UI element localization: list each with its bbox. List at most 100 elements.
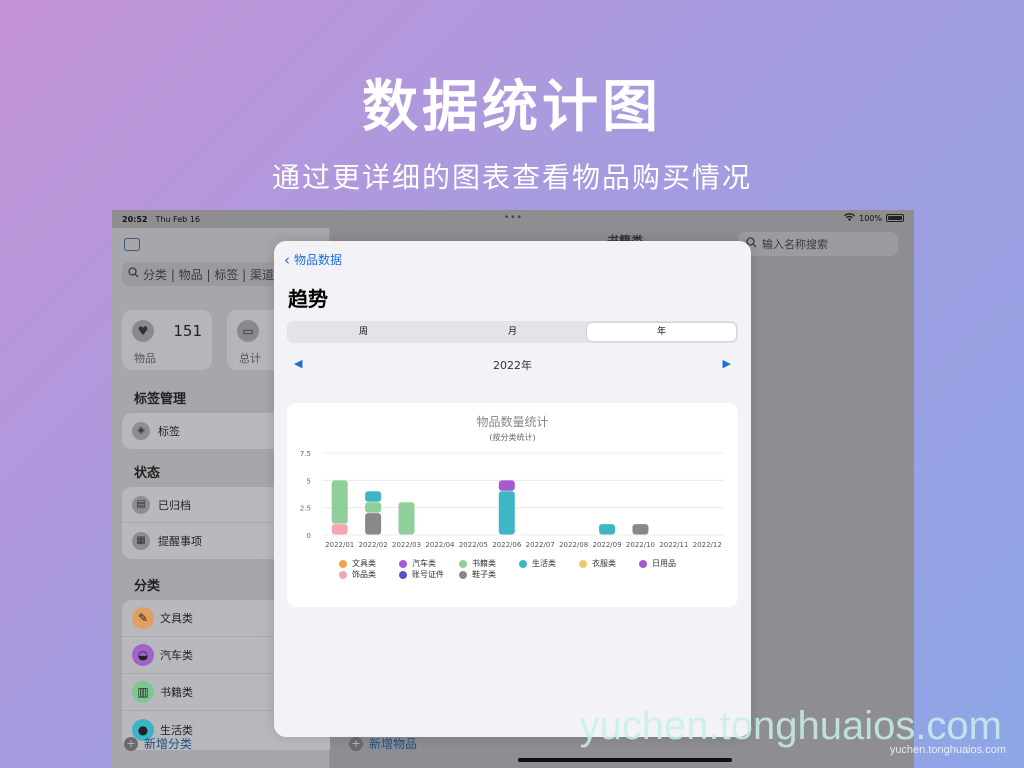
x-tick-label: 2022/10 <box>626 541 655 549</box>
multitask-dots[interactable]: ••• <box>504 213 523 223</box>
sidebar-item-label: 汽车类 <box>160 649 193 662</box>
legend-swatch <box>639 559 647 568</box>
car-icon: ◒ <box>132 644 154 666</box>
x-tick-label: 2022/02 <box>359 541 388 549</box>
year-label: 2022年 <box>493 359 532 372</box>
section-title-status: 状态 <box>134 466 161 481</box>
main-search-field[interactable]: 输入名称搜索 <box>738 232 898 256</box>
x-tick-label: 2022/04 <box>425 541 455 549</box>
bar-segment <box>331 524 348 535</box>
home-indicator[interactable] <box>518 758 732 762</box>
chevron-left-icon: ‹ <box>284 250 290 269</box>
y-tick-label: 2.5 <box>300 505 311 513</box>
x-tick-label: 2022/06 <box>492 541 522 549</box>
bar-segment <box>365 502 382 513</box>
status-right: 100% <box>844 213 904 223</box>
legend-swatch <box>399 559 407 568</box>
search-icon <box>128 267 139 281</box>
legend-label: 书籍类 <box>472 559 496 568</box>
wifi-icon <box>844 213 856 223</box>
stat-value: 151 <box>173 322 202 340</box>
bar-segment <box>398 502 415 535</box>
stat-card-items[interactable]: ♥ 151 物品 <box>122 310 212 370</box>
segment-year[interactable]: 年 <box>587 323 736 341</box>
x-tick-label: 2022/07 <box>526 541 555 549</box>
archive-icon: ▤ <box>132 495 150 514</box>
legend-label: 鞋子类 <box>472 570 496 579</box>
legend-item: 饰品类 <box>339 569 376 580</box>
legend-item: 鞋子类 <box>459 569 496 580</box>
legend-item: 文具类 <box>339 558 376 569</box>
plus-circle-icon: + <box>349 736 363 751</box>
legend-item: 日用品 <box>639 558 676 569</box>
x-tick-label: 2022/03 <box>392 541 421 549</box>
battery-percent: 100% <box>859 213 882 223</box>
legend-label: 汽车类 <box>412 559 436 568</box>
add-item-label: 新增物品 <box>369 737 418 751</box>
x-tick-label: 2022/09 <box>592 541 621 549</box>
legend-label: 衣服类 <box>592 559 616 568</box>
legend-item: 衣服类 <box>579 558 616 569</box>
bar-segment <box>365 491 382 502</box>
legend-swatch <box>459 559 467 568</box>
legend-item: 汽车类 <box>399 558 436 569</box>
add-item-button[interactable]: + 新增物品 <box>349 735 417 752</box>
trend-sheet: ‹ 物品数据 趋势 周 月 年 ◀ 2022年 ▶ 物品数量统计 (按分类统计)… <box>274 241 751 737</box>
segment-month[interactable]: 月 <box>438 323 587 341</box>
heart-icon: ♥ <box>132 320 154 342</box>
bar-segment <box>498 480 515 491</box>
tag-icon: ◈ <box>132 422 150 440</box>
add-category-button[interactable]: + 新增分类 <box>124 735 192 752</box>
legend-label: 日用品 <box>652 559 676 568</box>
legend-swatch <box>519 559 527 568</box>
legend-item: 账号证件 <box>399 569 444 580</box>
plus-circle-icon: + <box>124 736 138 751</box>
sidebar-item-label: 已归档 <box>158 498 191 512</box>
section-title-tags: 标签管理 <box>134 392 187 407</box>
next-year-button[interactable]: ▶ <box>723 357 731 370</box>
year-navigator: ◀ 2022年 ▶ <box>294 357 731 373</box>
watermark-small: yuchen.tonghuaios.com <box>889 744 1006 756</box>
y-tick-label: 5 <box>307 477 311 485</box>
sidebar-item-label: 书籍类 <box>160 686 193 699</box>
status-bar: 20:52 Thu Feb 16 ••• 100% <box>112 210 914 228</box>
x-tick-label: 2022/05 <box>459 541 488 549</box>
promo-subtitle: 通过更详细的图表查看物品购买情况 <box>271 161 752 194</box>
battery-icon <box>886 214 904 222</box>
back-label: 物品数据 <box>294 253 343 267</box>
bar-segment <box>632 524 649 535</box>
sidebar-item-label: 提醒事项 <box>158 535 202 548</box>
page-title: 趋势 <box>288 287 328 311</box>
y-tick-label: 0 <box>307 532 311 540</box>
watermark: yuchen.tonghuaios.com <box>579 704 1003 748</box>
bar-chart: 0 2.5 5 7.5 2022/01 2022/02 2022/03 2022/04 2022… <box>300 450 724 549</box>
legend-item: 生活类 <box>519 558 556 569</box>
status-time: 20:52 <box>122 214 148 224</box>
x-tick-label: 2022/12 <box>693 541 722 549</box>
bar-segment <box>331 480 348 524</box>
x-tick-label: 2022/01 <box>325 541 354 549</box>
stat-label: 物品 <box>134 352 156 365</box>
legend-swatch <box>579 559 587 568</box>
period-segmented-control: 周 月 年 <box>287 321 738 343</box>
back-button[interactable]: ‹ 物品数据 <box>284 251 342 268</box>
legend-label: 生活类 <box>532 559 556 568</box>
bar-segment <box>599 524 616 535</box>
legend-swatch <box>339 570 347 579</box>
legend-item: 书籍类 <box>459 558 496 569</box>
sidebar-toggle-icon[interactable] <box>124 238 140 251</box>
chart-title: 物品数量统计 <box>476 415 549 429</box>
promo-title: 数据统计图 <box>362 74 662 140</box>
bar-segment <box>498 491 515 535</box>
sidebar-item-label: 标签 <box>158 425 180 438</box>
main-search-placeholder: 输入名称搜索 <box>762 238 828 251</box>
legend-label: 账号证件 <box>412 570 444 579</box>
segment-week[interactable]: 周 <box>289 323 438 341</box>
chart-subtitle: (按分类统计) <box>489 433 536 442</box>
chart-card: 物品数量统计 (按分类统计) 0 2.5 5 7.5 2022/01 2022/02 202… <box>287 403 738 607</box>
reminder-icon: ▦ <box>132 532 150 550</box>
book-icon: ▥ <box>132 681 154 703</box>
status-date: Thu Feb 16 <box>155 214 200 224</box>
pen-icon: ✎ <box>132 607 154 629</box>
x-tick-label: 2022/11 <box>659 541 688 549</box>
